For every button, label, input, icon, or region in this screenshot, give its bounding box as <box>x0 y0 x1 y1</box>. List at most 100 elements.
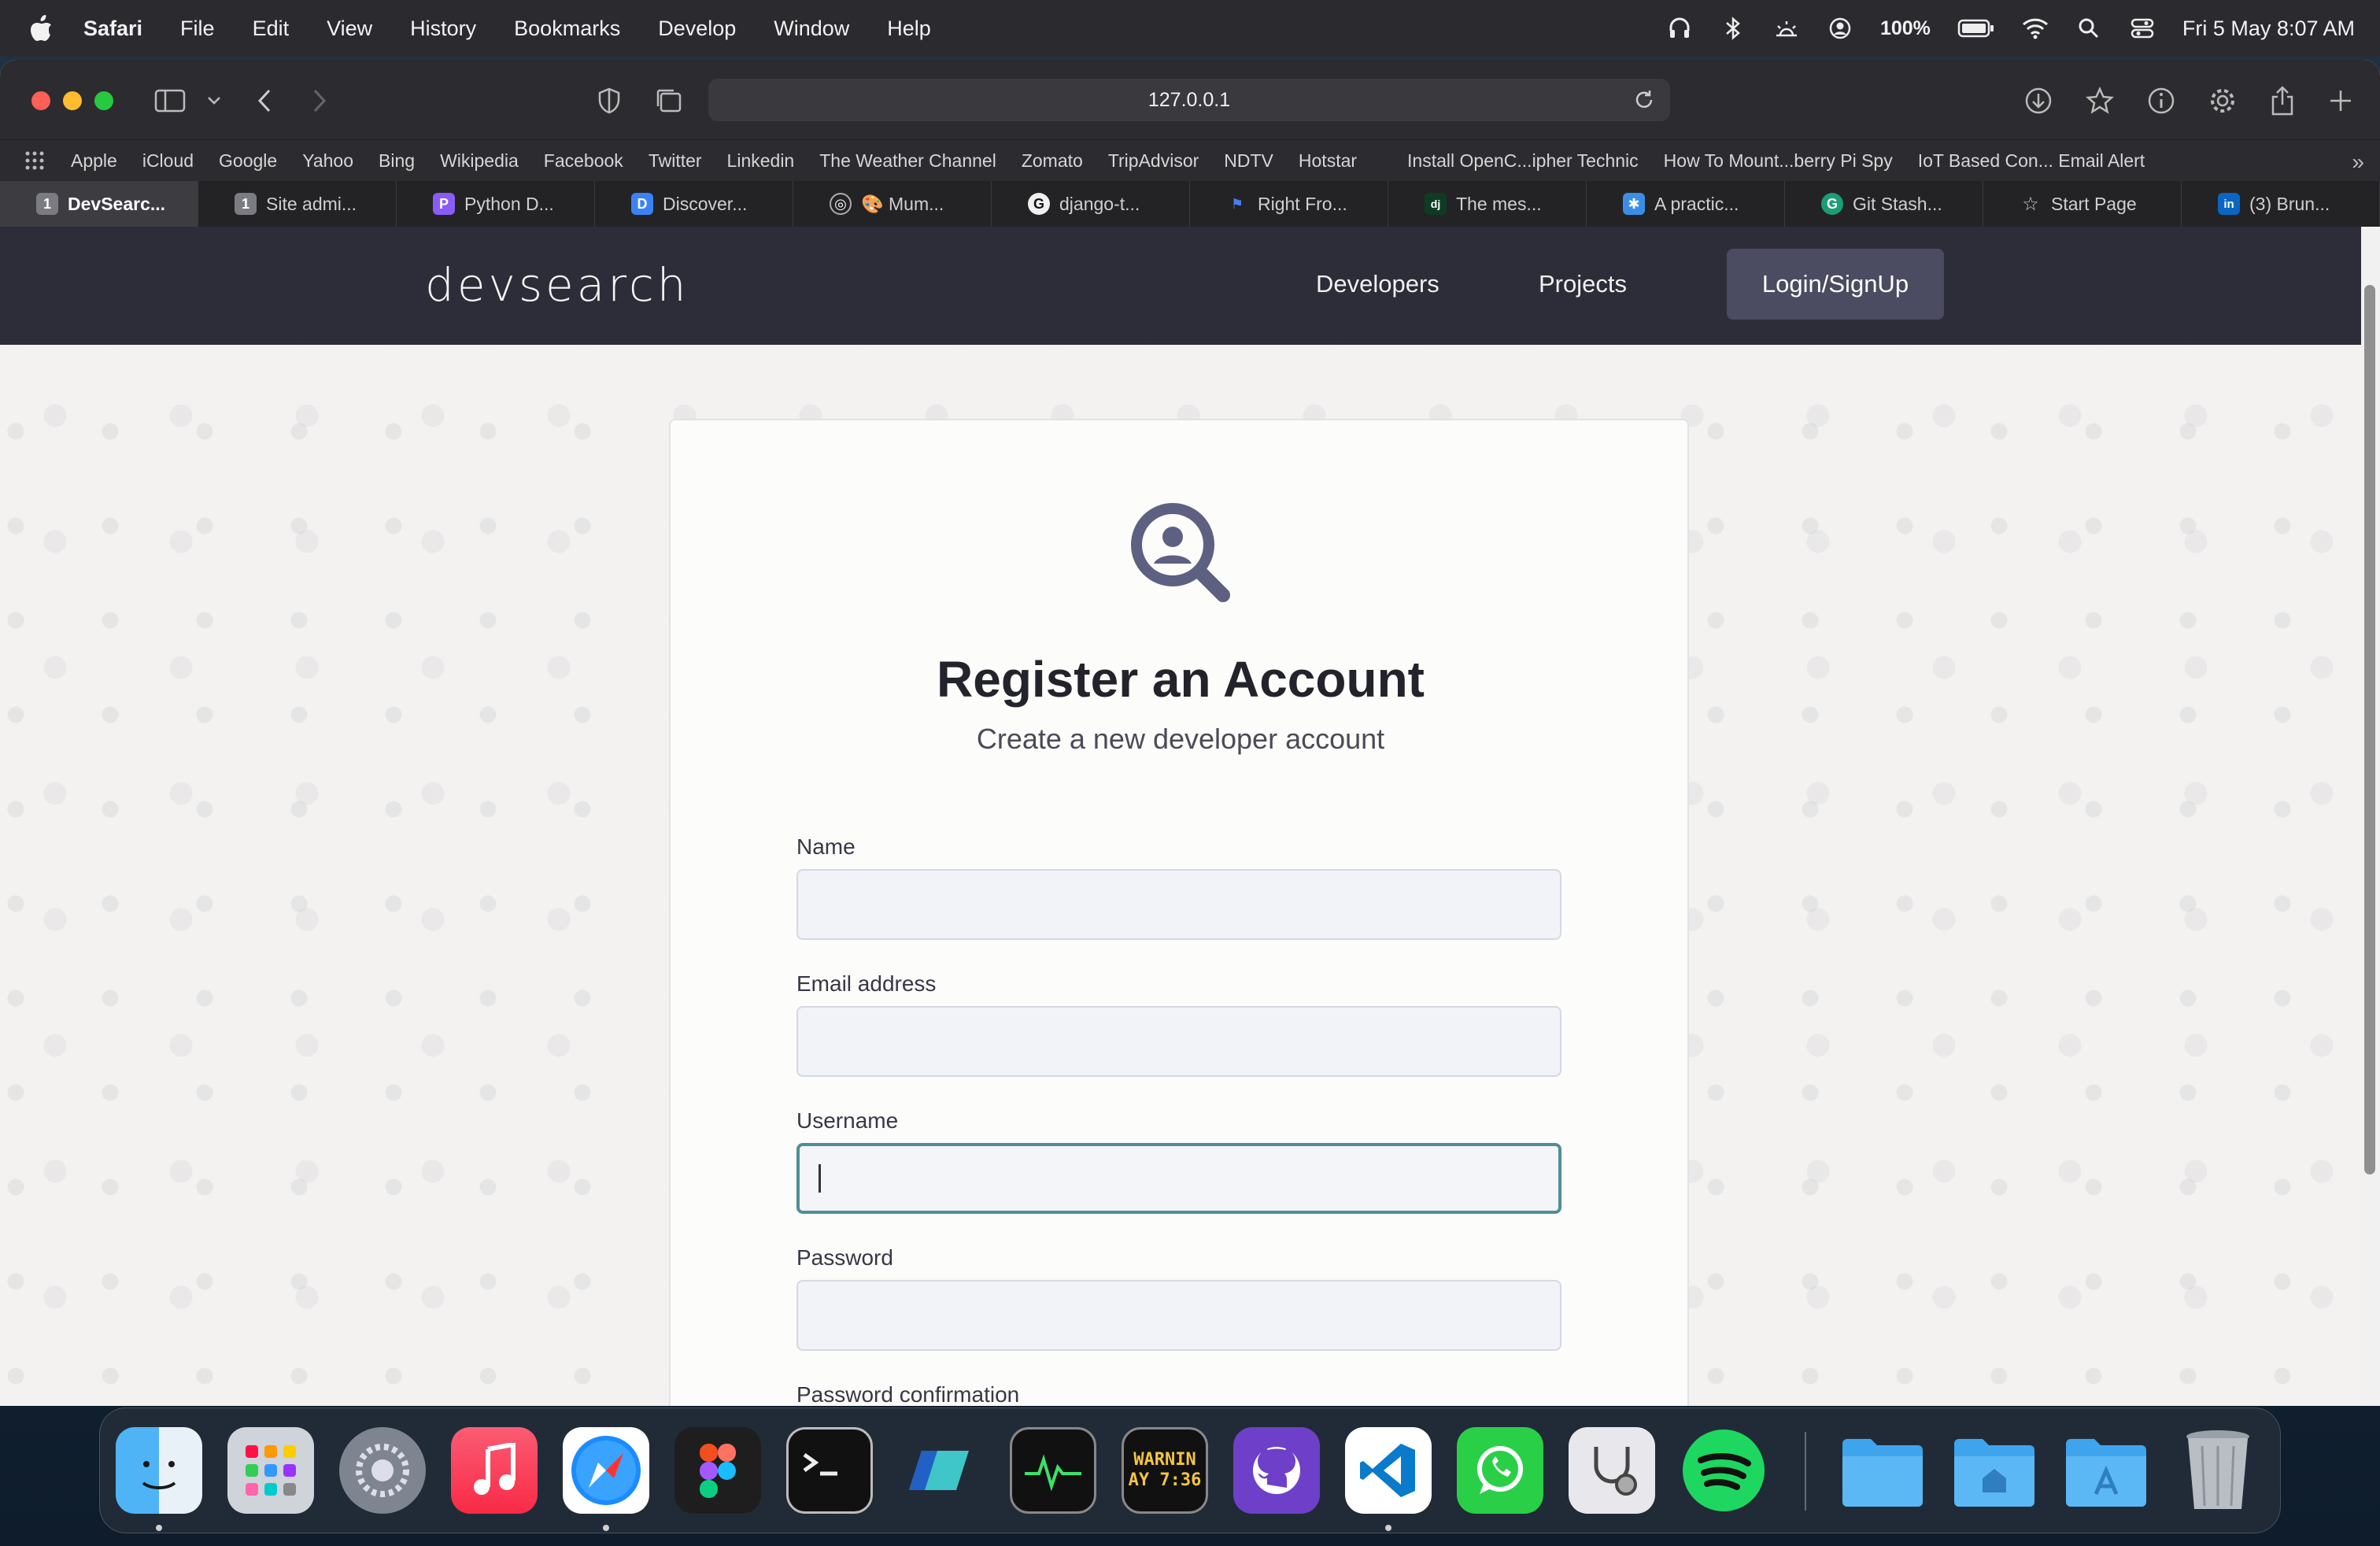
dock-home-folder-icon[interactable] <box>1951 1427 2038 1514</box>
tab-git-stash[interactable]: G Git Stash... <box>1785 181 1983 227</box>
menu-edit[interactable]: Edit <box>253 17 290 41</box>
favorite-wikipedia[interactable]: Wikipedia <box>440 150 519 172</box>
apple-menu-icon[interactable] <box>30 14 54 43</box>
menu-help[interactable]: Help <box>887 17 931 41</box>
favorite-yahoo[interactable]: Yahoo <box>302 150 353 172</box>
favorites-grid-icon[interactable] <box>24 150 46 172</box>
privacy-shield-icon[interactable] <box>592 83 626 118</box>
info-icon[interactable] <box>2144 83 2179 118</box>
tab-label: DevSearc... <box>68 193 166 214</box>
favorite-iot-based[interactable]: IoT Based Con... Email Alert <box>1918 150 2145 172</box>
sidebar-chevron-down-icon[interactable] <box>197 83 231 118</box>
favorite-apple[interactable]: Apple <box>71 150 117 172</box>
dock-spotify-icon[interactable] <box>1680 1427 1767 1514</box>
tab-a-practical[interactable]: ✱ A practic... <box>1587 181 1785 227</box>
close-window-button[interactable] <box>31 91 50 110</box>
browser-toolbar: 127.0.0.1 <box>0 60 2380 140</box>
password-field[interactable] <box>796 1280 1561 1351</box>
tab-devsearch[interactable]: 1 DevSearc... <box>0 181 198 227</box>
dock-console-icon[interactable]: WARNIN AY 7:36 <box>1122 1427 1208 1514</box>
favorite-facebook[interactable]: Facebook <box>544 150 623 172</box>
headphones-icon[interactable] <box>1666 15 1693 42</box>
forward-arrow-icon[interactable] <box>302 83 337 118</box>
tab-start-page[interactable]: ☆ Start Page <box>1983 181 2182 227</box>
dock-music-icon[interactable] <box>451 1427 538 1514</box>
favorites-overflow-chevron-icon[interactable]: » <box>2352 150 2364 175</box>
menu-bookmarks[interactable]: Bookmarks <box>514 17 620 41</box>
menu-file[interactable]: File <box>180 17 215 41</box>
favorite-zomato[interactable]: Zomato <box>1022 150 1083 172</box>
dock-applications-folder-icon[interactable] <box>2063 1427 2149 1514</box>
menu-app-name[interactable]: Safari <box>83 17 142 41</box>
minimize-window-button[interactable] <box>63 91 82 110</box>
dock-whatsapp-icon[interactable] <box>1457 1427 1543 1514</box>
dock-finder-icon[interactable] <box>116 1427 202 1514</box>
sidebar-toggle-icon[interactable] <box>153 83 187 118</box>
page-scrollbar-thumb[interactable] <box>2364 285 2375 1174</box>
favorite-install-opencv[interactable]: Install OpenC...ipher Technic <box>1407 150 1639 172</box>
username-field[interactable] <box>796 1143 1561 1214</box>
downloads-icon[interactable] <box>2021 83 2056 118</box>
wifi-icon[interactable] <box>2022 15 2049 42</box>
tab-discover[interactable]: D Discover... <box>595 181 793 227</box>
zoom-window-button[interactable] <box>94 91 113 110</box>
tab-python-docs[interactable]: P Python D... <box>397 181 595 227</box>
login-signup-button[interactable]: Login/SignUp <box>1727 249 1944 320</box>
share-icon[interactable] <box>2265 83 2300 118</box>
dock-trash-icon[interactable] <box>2175 1427 2261 1514</box>
name-field[interactable] <box>796 869 1561 940</box>
user-account-icon[interactable] <box>1827 15 1853 42</box>
bluetooth-icon[interactable] <box>1720 15 1746 42</box>
brightness-icon[interactable] <box>1773 15 1800 42</box>
devsearch-logo[interactable]: devsearch <box>425 258 689 312</box>
bookmark-star-icon[interactable] <box>2082 83 2117 118</box>
settings-gear-icon[interactable] <box>2205 83 2240 118</box>
dock-vscode-icon[interactable] <box>1345 1427 1432 1514</box>
tab-the-messages[interactable]: dj The mes... <box>1388 181 1587 227</box>
back-arrow-icon[interactable] <box>247 83 282 118</box>
new-tab-plus-icon[interactable] <box>2323 83 2358 118</box>
menu-window[interactable]: Window <box>774 17 849 41</box>
menu-develop[interactable]: Develop <box>658 17 736 41</box>
menu-history[interactable]: History <box>410 17 476 41</box>
tab-site-admin[interactable]: 1 Site admi... <box>198 181 397 227</box>
tab-mumbai[interactable]: ◎ 🎨 Mum... <box>793 181 992 227</box>
reload-icon[interactable] <box>1632 88 1656 112</box>
nav-developers-link[interactable]: Developers <box>1316 270 1439 298</box>
control-center-icon[interactable] <box>2129 15 2156 42</box>
tab-overview-icon[interactable] <box>652 83 686 118</box>
dock-downloads-folder-icon[interactable] <box>1839 1427 1926 1514</box>
favorite-tripadvisor[interactable]: TripAdvisor <box>1108 150 1199 172</box>
email-field[interactable] <box>796 1006 1561 1077</box>
menu-view[interactable]: View <box>327 17 372 41</box>
favorite-twitter[interactable]: Twitter <box>649 150 702 172</box>
dock-figma-icon[interactable] <box>674 1427 761 1514</box>
spotlight-search-icon[interactable] <box>2075 15 2102 42</box>
dock-disk-utility-icon[interactable] <box>1569 1427 1655 1514</box>
favorite-bing[interactable]: Bing <box>379 150 415 172</box>
dock-system-settings-icon[interactable] <box>339 1427 426 1514</box>
tab-linkedin[interactable]: in (3) Brun... <box>2182 181 2380 227</box>
favorite-hotstar[interactable]: Hotstar <box>1299 150 1357 172</box>
nav-projects-link[interactable]: Projects <box>1539 270 1627 298</box>
dock-sidekick-icon[interactable] <box>898 1427 985 1514</box>
menu-clock[interactable]: Fri 5 May 8:07 AM <box>2182 17 2355 41</box>
dock-safari-icon[interactable] <box>563 1427 649 1514</box>
dock-launchpad-icon[interactable] <box>227 1427 314 1514</box>
favorite-linkedin[interactable]: Linkedin <box>727 150 795 172</box>
dock-activity-monitor-icon[interactable] <box>1010 1427 1096 1514</box>
address-bar[interactable]: 127.0.0.1 <box>708 79 1670 121</box>
favorite-google[interactable]: Google <box>219 150 277 172</box>
battery-icon[interactable] <box>1957 15 1995 42</box>
favorite-how-to-mount[interactable]: How To Mount...berry Pi Spy <box>1664 150 1893 172</box>
vscode-running-indicator <box>1385 1525 1391 1531</box>
tab-django-github[interactable]: G django-t... <box>992 181 1190 227</box>
favorite-ndtv[interactable]: NDTV <box>1224 150 1273 172</box>
favorite-icloud[interactable]: iCloud <box>142 150 194 172</box>
dock-terminal-icon[interactable] <box>786 1427 873 1514</box>
dock-github-desktop-icon[interactable] <box>1233 1427 1320 1514</box>
tab-right-from[interactable]: ⚑ Right Fro... <box>1190 181 1388 227</box>
register-subtitle: Create a new developer account <box>976 723 1385 755</box>
tab-favicon-icon: dj <box>1425 193 1447 215</box>
favorite-weather-channel[interactable]: The Weather Channel <box>819 150 996 172</box>
